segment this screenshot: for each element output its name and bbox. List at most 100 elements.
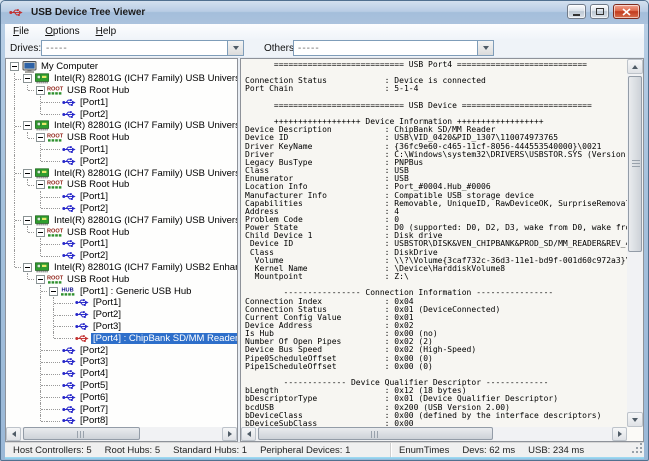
details-horizontal-scrollbar[interactable]	[241, 427, 627, 441]
expand-toggle[interactable]	[23, 263, 32, 272]
tree-item-label: [Port4]	[78, 368, 110, 379]
svg-text:ROOT: ROOT	[47, 181, 64, 187]
tree-item[interactable]: ROOTUSB Root Hub	[8, 226, 237, 238]
resize-grip-icon	[631, 442, 643, 454]
tree-item[interactable]: My Computer	[8, 61, 237, 73]
tree-guide	[8, 85, 21, 97]
tree-item[interactable]: [Port3]	[8, 356, 237, 368]
tree-item-label: [Port2]	[91, 309, 123, 320]
device-tree: My ComputerIntel(R) 82801G (ICH7 Family)…	[6, 59, 237, 427]
drives-dropdown-button[interactable]	[227, 41, 243, 55]
tree-item[interactable]: [Port1]	[8, 238, 237, 250]
tree-connector	[34, 344, 47, 356]
scroll-down-button[interactable]	[627, 412, 643, 427]
menu-bar: FileOptionsHelp	[5, 24, 644, 39]
others-combobox[interactable]: -----	[293, 40, 494, 56]
tree-item[interactable]: HUB[Port1] : Generic USB Hub	[8, 285, 237, 297]
tree-item[interactable]: [Port3]	[8, 321, 237, 333]
tree-item[interactable]: Intel(R) 82801G (ICH7 Family) USB Univer…	[8, 214, 237, 226]
tree-guide	[8, 203, 21, 215]
tree-item[interactable]: ROOTUSB Root Hub	[8, 85, 237, 97]
expand-toggle[interactable]	[36, 133, 45, 142]
tree-item[interactable]: Intel(R) 82801G (ICH7 Family) USB Univer…	[8, 167, 237, 179]
drives-combobox[interactable]: -----	[41, 40, 244, 56]
tree-guide	[8, 238, 21, 250]
scroll-track[interactable]	[256, 427, 612, 441]
maximize-button[interactable]	[590, 4, 609, 19]
tree-guide	[8, 368, 21, 380]
scroll-thumb[interactable]	[258, 427, 493, 440]
details-vertical-scrollbar[interactable]	[627, 59, 643, 427]
others-dropdown-button[interactable]	[477, 41, 493, 55]
minimize-button[interactable]	[567, 4, 586, 19]
menu-item-options[interactable]: Options	[37, 24, 87, 39]
scroll-track[interactable]	[21, 427, 222, 441]
close-button[interactable]	[613, 4, 640, 19]
scroll-left-button[interactable]	[241, 427, 256, 441]
tree-item-selected[interactable]: [Port4] : ChipBank SD/MM Reader - Z:\	[8, 332, 237, 344]
tree-item[interactable]: [Port2]	[8, 250, 237, 262]
tree-line-cell	[47, 96, 60, 108]
tree-connector	[21, 132, 34, 144]
tree-expand-cell	[21, 167, 34, 179]
scroll-left-button[interactable]	[6, 427, 21, 441]
tree-item[interactable]: [Port2]	[8, 344, 237, 356]
tree-item-label: [Port2]	[78, 250, 110, 261]
expand-toggle[interactable]	[23, 121, 32, 130]
scroll-up-button[interactable]	[627, 59, 643, 74]
tree-item[interactable]: [Port2]	[8, 309, 237, 321]
tree-item[interactable]: Intel(R) 82801G (ICH7 Family) USB Univer…	[8, 120, 237, 132]
expand-toggle[interactable]	[36, 228, 45, 237]
tree-item[interactable]: ROOTUSB Root Hub	[8, 179, 237, 191]
expand-toggle[interactable]	[10, 62, 19, 71]
title-bar[interactable]: USB Device Tree Viewer	[1, 1, 648, 24]
usb-port-icon	[60, 238, 77, 249]
scroll-track[interactable]	[627, 74, 643, 412]
expand-toggle[interactable]	[36, 275, 45, 284]
tree-line-cell	[47, 155, 60, 167]
expand-toggle[interactable]	[23, 74, 32, 83]
tree-guide	[21, 96, 34, 108]
expand-toggle[interactable]	[36, 180, 45, 189]
tree-item-label: [Port2]	[78, 203, 110, 214]
usb-port-icon	[60, 404, 77, 415]
usb-root-hub-icon: ROOT	[47, 274, 64, 285]
tree-item[interactable]: Intel(R) 82801G (ICH7 Family) USB Univer…	[8, 73, 237, 85]
expand-toggle[interactable]	[23, 216, 32, 225]
tree-item[interactable]: [Port1]	[8, 297, 237, 309]
tree-item[interactable]: [Port1]	[8, 144, 237, 156]
tree-item[interactable]: Intel(R) 82801G (ICH7 Family) USB2 Enhan…	[8, 262, 237, 274]
tree-item-label: [Port1]	[78, 238, 110, 249]
tree-guide	[21, 309, 34, 321]
tree-connector	[47, 297, 60, 309]
resize-grip[interactable]	[631, 442, 643, 457]
tree-expand-cell	[21, 262, 34, 274]
tree-guide	[8, 226, 21, 238]
scroll-thumb[interactable]	[628, 76, 642, 252]
tree-item[interactable]: [Port1]	[8, 96, 237, 108]
tree-item[interactable]: [Port1]	[8, 191, 237, 203]
chevron-down-icon	[233, 46, 239, 50]
menu-item-file[interactable]: File	[5, 24, 37, 39]
tree-item[interactable]: [Port2]	[8, 203, 237, 215]
tree-expand-cell	[21, 214, 34, 226]
tree-item[interactable]: [Port7]	[8, 403, 237, 415]
menu-item-help[interactable]: Help	[88, 24, 125, 39]
expand-toggle[interactable]	[49, 287, 58, 296]
tree-horizontal-scrollbar[interactable]	[6, 427, 237, 441]
main-area: My ComputerIntel(R) 82801G (ICH7 Family)…	[5, 58, 644, 442]
tree-item[interactable]: ROOTUSB Root Hub	[8, 273, 237, 285]
tree-item[interactable]: [Port2]	[8, 108, 237, 120]
tree-item[interactable]: ROOTUSB Root Hub	[8, 132, 237, 144]
tree-item[interactable]: [Port6]	[8, 391, 237, 403]
expand-toggle[interactable]	[23, 169, 32, 178]
scroll-right-button[interactable]	[612, 427, 627, 441]
tree-item[interactable]: [Port2]	[8, 155, 237, 167]
scroll-right-button[interactable]	[222, 427, 237, 441]
tree-guide	[34, 297, 47, 309]
scroll-thumb[interactable]	[23, 427, 140, 440]
tree-item[interactable]: [Port5]	[8, 380, 237, 392]
expand-toggle[interactable]	[36, 86, 45, 95]
tree-item[interactable]: [Port8]	[8, 415, 237, 427]
tree-item[interactable]: [Port4]	[8, 368, 237, 380]
